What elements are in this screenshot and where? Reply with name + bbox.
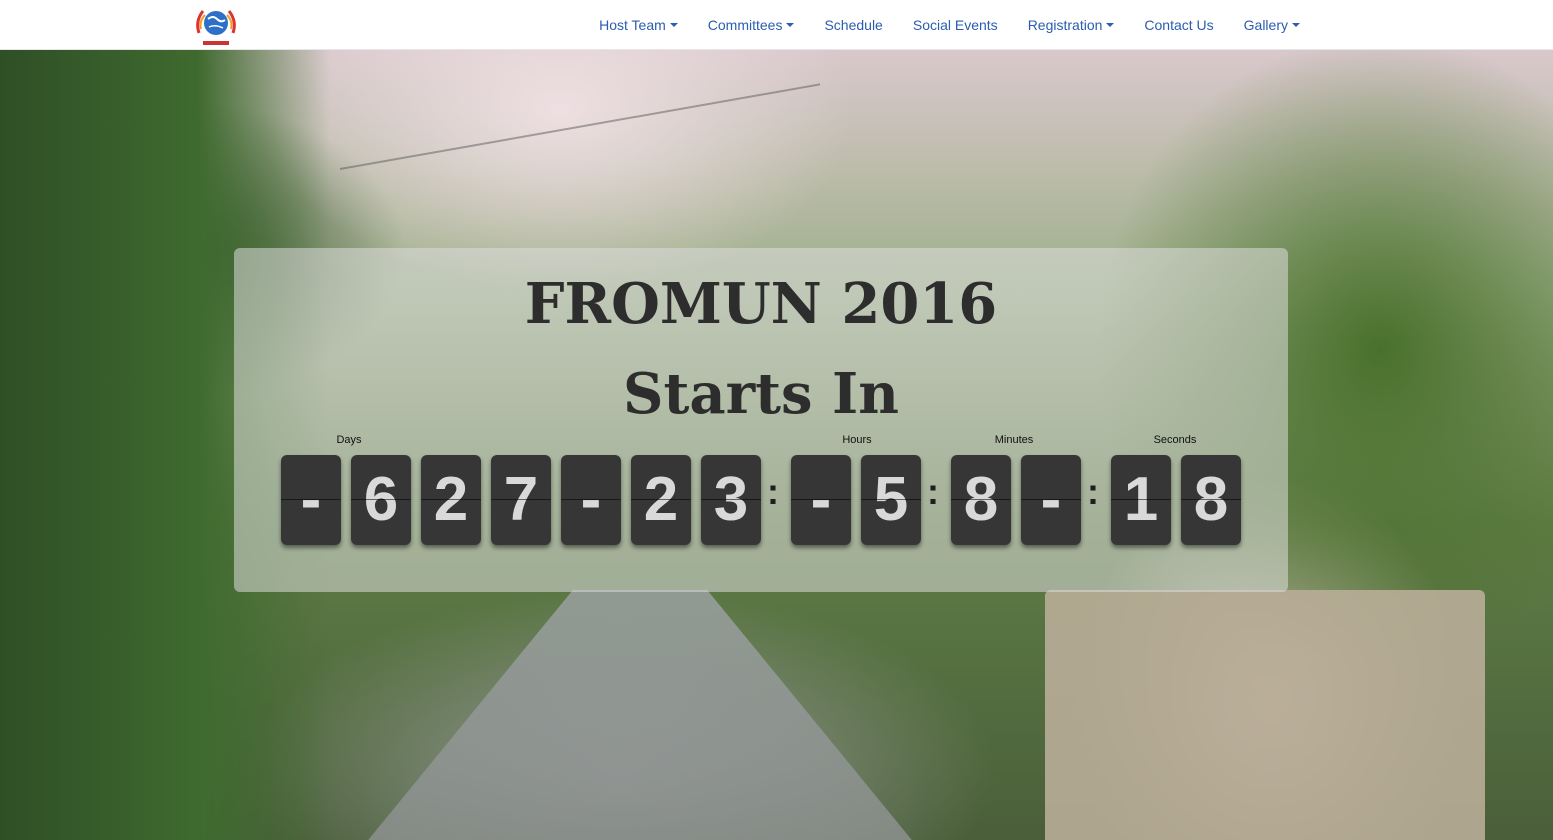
countdown-digit: -	[1021, 455, 1081, 545]
nav-committees[interactable]: Committees	[693, 0, 810, 50]
countdown-separator: :	[1087, 471, 1099, 512]
nav-gallery[interactable]: Gallery	[1229, 0, 1315, 50]
countdown-digit: 2	[631, 455, 691, 545]
hours-label: Hours	[842, 434, 872, 446]
overhead-wire	[340, 50, 820, 170]
fromun-logo[interactable]	[191, 3, 241, 49]
seconds-label: Seconds	[1153, 434, 1197, 446]
countdown-separator: :	[927, 471, 939, 512]
nav-contact-us[interactable]: Contact Us	[1129, 0, 1228, 50]
caret-down-icon	[786, 23, 795, 27]
event-title: FROMUN 2016	[524, 271, 998, 337]
main-nav: Host Team Committees Schedule Social Eve…	[584, 0, 1315, 50]
caret-down-icon	[669, 23, 678, 27]
countdown-digit: 7	[491, 455, 551, 545]
nav-label: Contact Us	[1144, 17, 1214, 33]
stone-tank	[1045, 590, 1485, 840]
caret-down-icon	[1292, 23, 1300, 27]
countdown-digit: -	[791, 455, 851, 545]
top-navbar: Host Team Committees Schedule Social Eve…	[0, 0, 1553, 50]
countdown-digit: 8	[1181, 455, 1241, 545]
countdown-digit: 1	[1111, 455, 1171, 545]
countdown-digit: 6	[351, 455, 411, 545]
nav-label: Committees	[707, 17, 783, 33]
days-label: Days	[336, 434, 362, 446]
caret-down-icon	[1106, 23, 1115, 27]
countdown-separator: :	[767, 471, 779, 512]
nav-label: Social Events	[912, 17, 998, 33]
countdown-digit: 3	[701, 455, 761, 545]
nav-label: Registration	[1027, 17, 1103, 33]
countdown-digit: -	[281, 455, 341, 545]
countdown-digit: 8	[951, 455, 1011, 545]
event-subtitle: Starts In	[623, 361, 899, 427]
nav-schedule[interactable]: Schedule	[809, 0, 897, 50]
nav-label: Schedule	[824, 17, 883, 33]
nav-host-team[interactable]: Host Team	[584, 0, 693, 50]
countdown-digit: 5	[861, 455, 921, 545]
countdown-digit: -	[561, 455, 621, 545]
nav-social-events[interactable]: Social Events	[898, 0, 1013, 50]
countdown-digit: 2	[421, 455, 481, 545]
nav-label: Host Team	[599, 17, 666, 33]
minutes-label: Minutes	[994, 434, 1034, 446]
nav-registration[interactable]: Registration	[1013, 0, 1130, 50]
garden-path	[360, 590, 920, 840]
countdown-panel: FROMUN 2016 Starts In Days Hours Minutes…	[234, 248, 1288, 592]
nav-label: Gallery	[1243, 17, 1288, 33]
